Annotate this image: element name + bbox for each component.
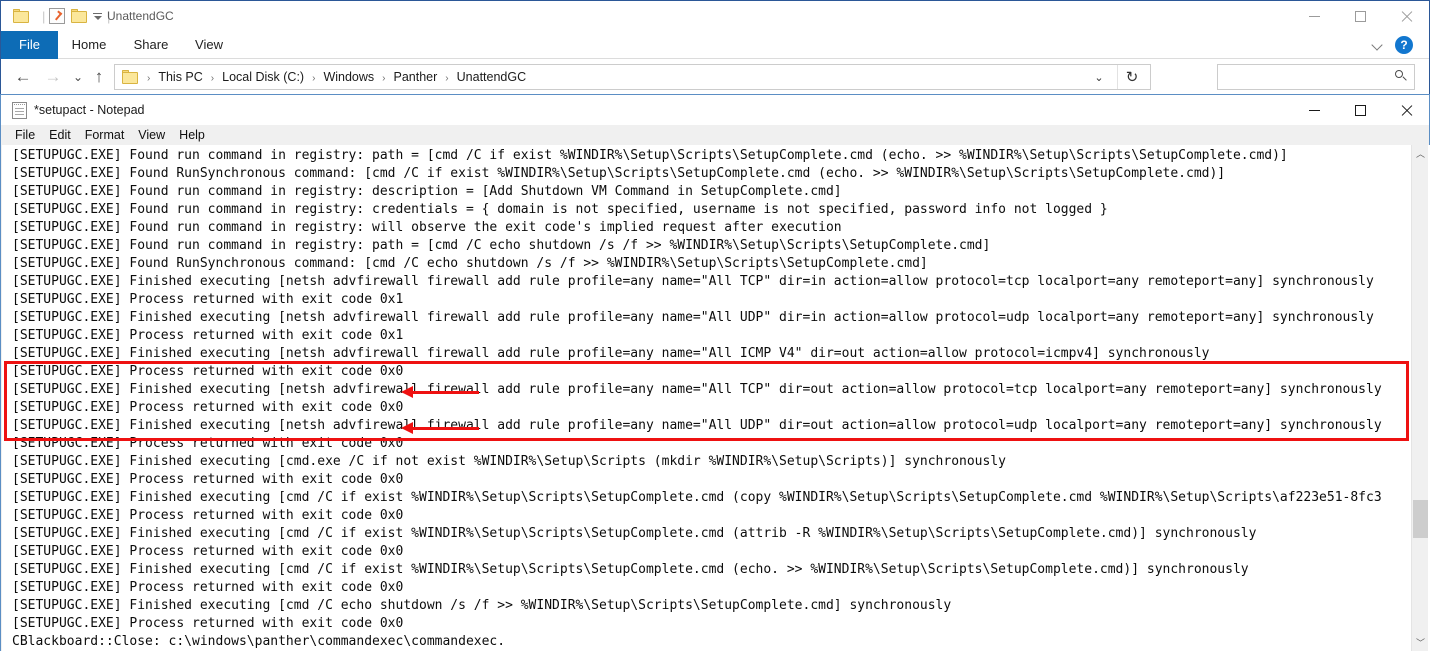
log-line: [SETUPUGC.EXE] Process returned with exi… [12,436,404,451]
log-line: [SETUPUGC.EXE] Finished executing [netsh… [12,382,1382,397]
help-icon[interactable]: ? [1395,36,1413,54]
address-dropdown-icon[interactable]: ⌄ [1086,65,1112,89]
log-line: [SETUPUGC.EXE] Found RunSynchronous comm… [12,166,1226,181]
qat-folder-button[interactable] [13,1,30,31]
forward-button[interactable]: → [39,63,67,91]
log-line: [SETUPUGC.EXE] Finished executing [cmd /… [12,490,1382,505]
notepad-window: *setupact - Notepad File Edit Format Vie… [0,94,1430,651]
breadcrumb-separator: › [382,72,386,84]
up-button[interactable]: ↑ [85,63,113,91]
tab-view[interactable]: View [182,31,236,59]
new-folder-icon [71,9,88,23]
tab-home[interactable]: Home [58,31,120,59]
notepad-text-area[interactable]: [SETUPUGC.EXE] Found run command in regi… [2,145,1430,651]
qat-new-folder-button[interactable] [71,1,88,31]
breadcrumb-item-panther[interactable]: Panther [392,70,440,84]
menu-edit[interactable]: Edit [42,125,78,145]
breadcrumb-separator: › [445,72,449,84]
notepad-maximize-button[interactable] [1337,95,1383,125]
scrollbar-thumb[interactable] [1413,500,1428,538]
log-line: [SETUPUGC.EXE] Finished executing [netsh… [12,310,1374,325]
breadcrumb-separator: › [147,72,151,84]
close-icon [1400,104,1413,117]
log-line-list: [SETUPUGC.EXE] Found run command in regi… [12,147,1412,651]
search-icon [1395,70,1407,82]
qat-customize-button[interactable] [89,1,102,31]
log-line: [SETUPUGC.EXE] Process returned with exi… [12,400,404,415]
explorer-close-button[interactable] [1383,1,1429,31]
menu-format[interactable]: Format [78,125,132,145]
vertical-scrollbar[interactable]: ︿ ﹀ [1411,145,1428,651]
chevron-down-icon [93,15,102,20]
notepad-window-controls [1291,95,1429,125]
notepad-close-button[interactable] [1383,95,1429,125]
breadcrumb-item-this-pc[interactable]: This PC [156,70,204,84]
breadcrumb-separator: › [210,72,215,84]
log-line: [SETUPUGC.EXE] Finished executing [netsh… [12,274,1374,289]
breadcrumb-item-local-disk[interactable]: Local Disk (C:) [220,70,306,84]
explorer-window-title: UnattendGC [107,9,174,23]
menu-view[interactable]: View [131,125,172,145]
log-line: [SETUPUGC.EXE] Process returned with exi… [12,616,404,631]
folder-icon [122,70,139,84]
notepad-title-bar[interactable]: *setupact - Notepad [1,95,1429,125]
explorer-window-controls [1291,1,1429,31]
log-line: [SETUPUGC.EXE] Finished executing [cmd.e… [12,454,1006,469]
log-line: [SETUPUGC.EXE] Finished executing [cmd /… [12,598,952,613]
explorer-title-bar[interactable]: | | UnattendGC [1,1,1429,31]
maximize-icon [1354,10,1366,22]
log-line: [SETUPUGC.EXE] Found RunSynchronous comm… [12,256,928,271]
minimize-icon [1308,15,1320,17]
notepad-icon [12,102,27,119]
notepad-window-title: *setupact - Notepad [34,103,145,117]
close-icon [1400,10,1413,23]
log-line: [SETUPUGC.EXE] Finished executing [cmd /… [12,526,1257,541]
log-line: [SETUPUGC.EXE] Process returned with exi… [12,580,404,595]
log-line: [SETUPUGC.EXE] Finished executing [netsh… [12,346,1210,361]
search-input[interactable] [1217,64,1415,90]
minimize-icon [1308,109,1320,111]
log-line: [SETUPUGC.EXE] Found run command in regi… [12,202,1108,217]
folder-icon [13,9,30,23]
log-line: [SETUPUGC.EXE] Found run command in regi… [12,238,991,253]
chevron-down-icon[interactable] [1372,40,1383,51]
log-line: [SETUPUGC.EXE] Process returned with exi… [12,508,404,523]
maximize-icon [1354,104,1366,116]
qat-properties-button[interactable] [49,1,65,31]
tab-share[interactable]: Share [120,31,182,59]
explorer-address-bar: ← → ⌄ ↑ › This PC › Local Disk (C:) › Wi… [1,59,1429,95]
scroll-down-arrow-icon[interactable]: ﹀ [1412,634,1429,651]
log-line: [SETUPUGC.EXE] Found run command in regi… [12,184,842,199]
breadcrumb-item-windows[interactable]: Windows [321,70,376,84]
log-line: [SETUPUGC.EXE] Process returned with exi… [12,328,404,343]
log-line: [SETUPUGC.EXE] Process returned with exi… [12,364,404,379]
breadcrumb-separator: › [312,72,316,84]
log-line: [SETUPUGC.EXE] Process returned with exi… [12,544,404,559]
breadcrumb[interactable]: › This PC › Local Disk (C:) › Windows › … [114,64,1151,90]
notepad-minimize-button[interactable] [1291,95,1337,125]
back-button[interactable]: ← [9,63,37,91]
log-line: [SETUPUGC.EXE] Finished executing [netsh… [12,418,1382,433]
refresh-icon[interactable]: ↻ [1117,65,1146,89]
explorer-maximize-button[interactable] [1337,1,1383,31]
log-line: [SETUPUGC.EXE] Found run command in regi… [12,220,842,235]
menu-help[interactable]: Help [172,125,212,145]
explorer-minimize-button[interactable] [1291,1,1337,31]
explorer-ribbon-tabs: File Home Share View ? [1,31,1429,59]
log-line: [SETUPUGC.EXE] Found run command in regi… [12,148,1288,163]
menu-file[interactable]: File [8,125,42,145]
breadcrumb-item-unattendgc[interactable]: UnattendGC [455,70,528,84]
log-line: CBlackboard::Close: c:\windows\panther\c… [12,634,506,649]
log-line: [SETUPUGC.EXE] Process returned with exi… [12,292,404,307]
tab-file[interactable]: File [1,31,58,59]
log-line: [SETUPUGC.EXE] Process returned with exi… [12,472,404,487]
properties-checkbox-icon [49,8,65,24]
scroll-up-arrow-icon[interactable]: ︿ [1412,145,1429,162]
notepad-menu-bar: File Edit Format View Help [1,125,1429,145]
log-line: [SETUPUGC.EXE] Finished executing [cmd /… [12,562,1249,577]
